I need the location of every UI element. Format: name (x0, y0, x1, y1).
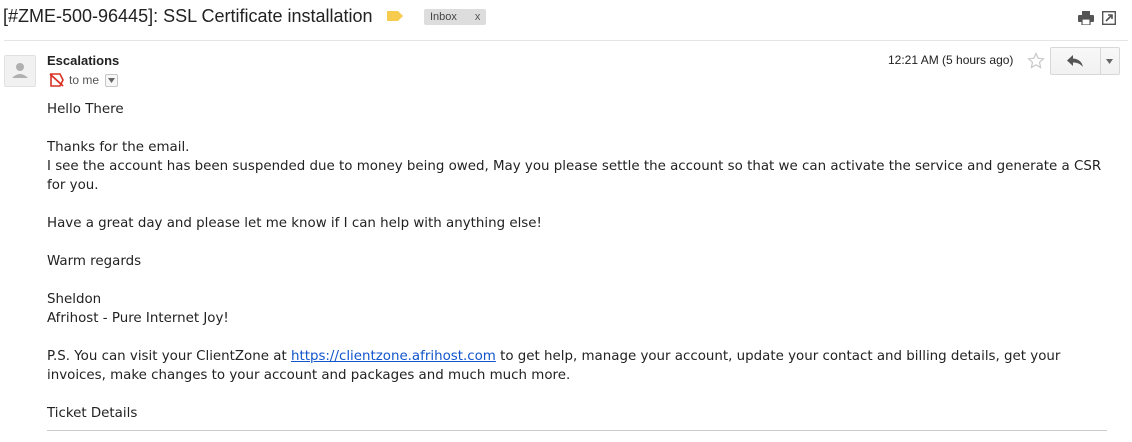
label-tag-icon[interactable] (387, 11, 403, 21)
reply-button-group (1050, 47, 1120, 75)
avatar-icon (12, 63, 28, 78)
closing-text: Warm regards (47, 254, 142, 269)
chevron-down-icon (1106, 58, 1114, 64)
sender-name[interactable]: Escalations (47, 53, 119, 68)
star-icon[interactable] (1027, 52, 1045, 70)
show-details-button[interactable] (105, 73, 119, 87)
reply-button[interactable] (1050, 47, 1101, 75)
avatar[interactable] (4, 55, 36, 87)
print-icon[interactable] (1078, 11, 1094, 25)
body-paragraph: Thanks for the email. I see the account … (47, 138, 1107, 195)
remove-label-button[interactable]: x (475, 9, 481, 25)
email-subject: [#ZME-500-96445]: SSL Certificate instal… (3, 6, 373, 26)
ticket-details-rule (47, 430, 1107, 431)
email-timestamp: 12:21 AM (5 hours ago) (888, 53, 1014, 67)
new-window-icon[interactable] (1102, 11, 1116, 25)
email-body: Hello There Thanks for the email. I see … (47, 100, 1107, 442)
inbox-label-chip[interactable]: Inbox x (424, 9, 487, 25)
clientzone-link[interactable]: https://clientzone.afrihost.com (291, 349, 496, 364)
ticket-details-heading: Ticket Details (47, 406, 138, 421)
subject-row: [#ZME-500-96445]: SSL Certificate instal… (0, 0, 1132, 40)
body-line: I see the account has been suspended due… (47, 159, 1102, 193)
signature-name: Sheldon (47, 292, 102, 307)
header-divider (4, 40, 1128, 41)
reply-icon (1067, 55, 1084, 67)
body-paragraph: Have a great day and please let me know … (47, 216, 542, 231)
recipient-row: to me (49, 73, 119, 87)
signature-company: Afrihost - Pure Internet Joy! (47, 311, 229, 326)
ps-prefix: P.S. You can visit your ClientZone at (47, 349, 291, 364)
signature: Sheldon Afrihost - Pure Internet Joy! (47, 290, 1107, 328)
recipient-text: to me (69, 73, 100, 87)
ps-paragraph: P.S. You can visit your ClientZone at ht… (47, 347, 1107, 385)
importance-icon[interactable] (49, 73, 65, 87)
greeting-text: Hello There (47, 102, 124, 117)
body-line: Thanks for the email. (47, 140, 190, 155)
inbox-label-text: Inbox (430, 11, 457, 23)
chevron-down-icon (108, 77, 116, 83)
more-options-button[interactable] (1100, 47, 1120, 75)
